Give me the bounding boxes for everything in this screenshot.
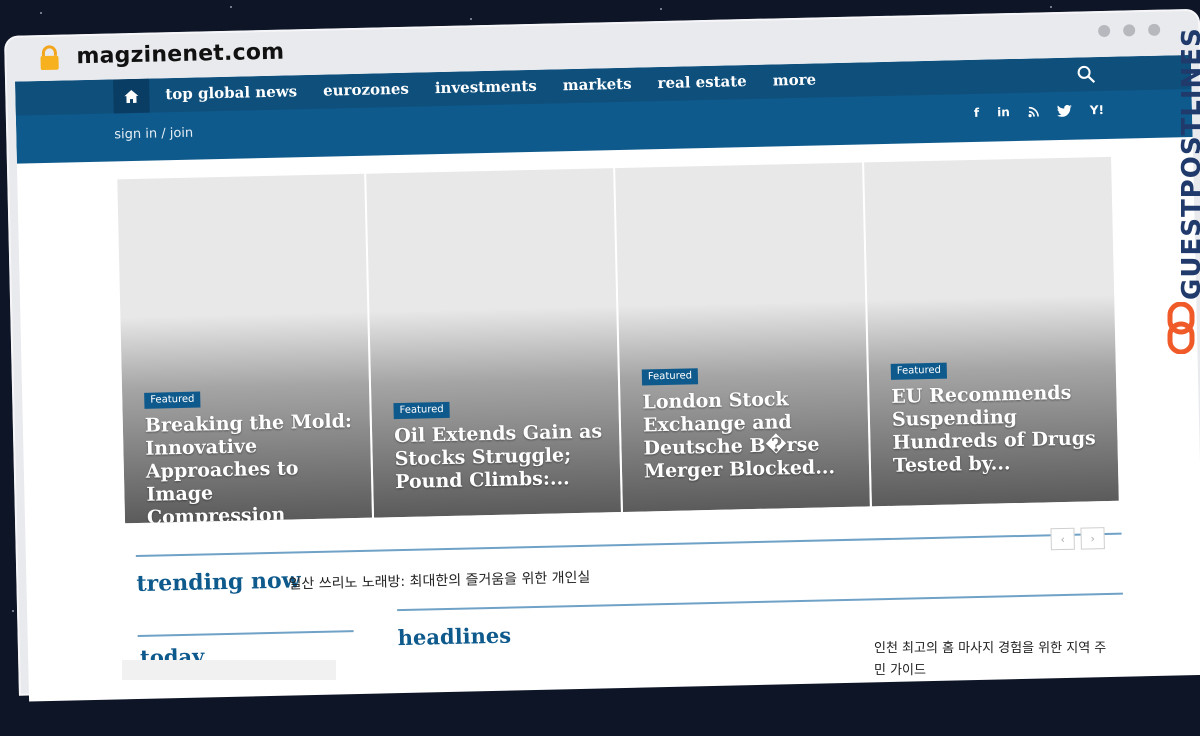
- linkedin-icon[interactable]: in: [997, 105, 1010, 119]
- menu-item-top-global-news[interactable]: top global news: [165, 82, 297, 103]
- slide-title[interactable]: Oil Extends Gain as Stocks Struggle; Pou…: [394, 420, 605, 494]
- window-dot[interactable]: [1148, 23, 1161, 36]
- watermark-text: GUESTPOSTLINES: [1177, 27, 1200, 300]
- search-icon[interactable]: [1077, 65, 1096, 83]
- featured-slide[interactable]: Featured Oil Extends Gain as Stocks Stru…: [366, 168, 621, 518]
- signin-link[interactable]: sign in / join: [114, 126, 193, 143]
- section-divider: [135, 532, 1122, 558]
- section-divider: [397, 592, 1123, 612]
- menu-item-eurozones[interactable]: eurozones: [323, 80, 409, 100]
- menu-item-markets[interactable]: markets: [563, 75, 632, 95]
- window-dot[interactable]: [1098, 24, 1111, 38]
- headlines-side-item[interactable]: 인천 최고의 홈 마사지 경험을 위한 지역 주민 가이드: [874, 638, 1114, 682]
- social-links: f in Y!: [974, 103, 1104, 120]
- featured-badge[interactable]: Featured: [144, 391, 201, 409]
- browser-window: magzinenet.com top global news eurozones…: [0, 8, 1200, 736]
- today-widget: [122, 660, 336, 680]
- featured-slide[interactable]: Featured EU Recommends Suspending Hundre…: [864, 156, 1119, 507]
- chain-link-icon: [1167, 302, 1195, 354]
- menu-item-investments[interactable]: investments: [435, 77, 537, 97]
- slide-title[interactable]: London Stock Exchange and Deutsche B�rse…: [642, 387, 853, 484]
- section-divider: [137, 630, 354, 638]
- menu-item-real-estate[interactable]: real estate: [657, 72, 747, 92]
- featured-badge[interactable]: Featured: [890, 362, 948, 380]
- prev-button[interactable]: ‹: [1050, 527, 1075, 551]
- rss-icon[interactable]: [1028, 106, 1039, 117]
- window-controls: [1098, 23, 1161, 38]
- headlines-title: headlines: [397, 622, 512, 651]
- browser-frame: magzinenet.com top global news eurozones…: [3, 8, 1200, 702]
- slide-title[interactable]: EU Recommends Suspending Hundreds of Dru…: [891, 381, 1102, 478]
- menu-item-more[interactable]: more: [773, 70, 817, 89]
- featured-slide[interactable]: Featured Breaking the Mold: Innovative A…: [117, 173, 373, 524]
- page-viewport: top global news eurozones investments ma…: [15, 54, 1200, 702]
- featured-badge[interactable]: Featured: [393, 401, 450, 420]
- featured-badge[interactable]: Featured: [641, 368, 699, 386]
- facebook-icon[interactable]: f: [974, 106, 980, 120]
- trending-controls: ‹ ›: [1050, 527, 1105, 551]
- home-icon: [124, 89, 139, 103]
- slide-title[interactable]: Breaking the Mold: Innovative Approaches…: [145, 410, 357, 523]
- trending-headline[interactable]: 일산 쓰리노 노래방: 최대한의 즐거움을 위한 개인실: [288, 567, 590, 594]
- trending-label: trending now: [136, 567, 301, 598]
- home-button[interactable]: [113, 78, 150, 114]
- yahoo-icon[interactable]: Y!: [1090, 103, 1104, 117]
- lock-icon: [40, 45, 59, 71]
- twitter-icon[interactable]: [1056, 104, 1072, 117]
- address-bar-url[interactable]: magzinenet.com: [76, 40, 284, 70]
- featured-slide[interactable]: Featured London Stock Exchange and Deuts…: [615, 162, 870, 512]
- window-dot[interactable]: [1123, 24, 1136, 37]
- next-button[interactable]: ›: [1080, 527, 1105, 550]
- featured-slider: Featured Breaking the Mold: Innovative A…: [117, 156, 1119, 524]
- site-header: top global news eurozones investments ma…: [15, 54, 1193, 164]
